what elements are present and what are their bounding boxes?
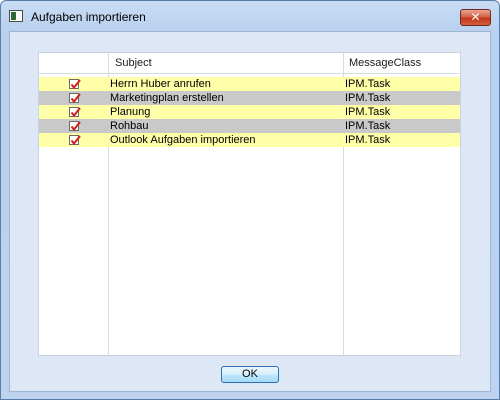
title-bar[interactable]: Aufgaben importieren ✕	[1, 1, 499, 31]
cell-messageclass: IPM.Task	[345, 120, 391, 132]
row-checkbox[interactable]	[69, 93, 81, 104]
row-checkbox[interactable]	[69, 107, 81, 118]
table-row[interactable]: Outlook Aufgaben importieren IPM.Task	[39, 133, 460, 147]
check-mark-icon	[70, 107, 81, 118]
check-mark-icon	[70, 79, 81, 90]
check-mark-icon	[70, 121, 81, 132]
cell-subject: Marketingplan erstellen	[110, 92, 224, 104]
task-list-view[interactable]: Subject MessageClass Herrn Huber anrufen…	[38, 52, 461, 356]
cell-messageclass: IPM.Task	[345, 134, 391, 146]
cell-subject: Planung	[110, 106, 151, 118]
row-checkbox[interactable]	[69, 79, 81, 90]
row-checkbox[interactable]	[69, 121, 81, 132]
table-row[interactable]: Rohbau IPM.Task	[39, 119, 460, 133]
table-row[interactable]: Herrn Huber anrufen IPM.Task	[39, 77, 460, 91]
row-checkbox[interactable]	[69, 135, 81, 146]
column-header-subject[interactable]: Subject	[115, 53, 343, 73]
cell-subject: Outlook Aufgaben importieren	[110, 134, 256, 146]
cell-messageclass: IPM.Task	[345, 92, 391, 104]
cell-subject: Rohbau	[110, 120, 149, 132]
column-header-messageclass[interactable]: MessageClass	[349, 53, 459, 73]
window-title: Aufgaben importieren	[31, 10, 146, 24]
ok-button[interactable]: OK	[221, 366, 279, 383]
column-header-check[interactable]	[43, 53, 103, 73]
close-button[interactable]: ✕	[460, 9, 491, 26]
check-mark-icon	[70, 93, 81, 104]
table-row[interactable]: Planung IPM.Task	[39, 105, 460, 119]
window-app-icon	[9, 10, 23, 22]
cell-messageclass: IPM.Task	[345, 106, 391, 118]
check-mark-icon	[70, 135, 81, 146]
ok-button-label: OK	[242, 368, 258, 380]
list-header: Subject MessageClass	[39, 53, 460, 74]
cell-subject: Herrn Huber anrufen	[110, 78, 211, 90]
table-row[interactable]: Marketingplan erstellen IPM.Task	[39, 91, 460, 105]
cell-messageclass: IPM.Task	[345, 78, 391, 90]
